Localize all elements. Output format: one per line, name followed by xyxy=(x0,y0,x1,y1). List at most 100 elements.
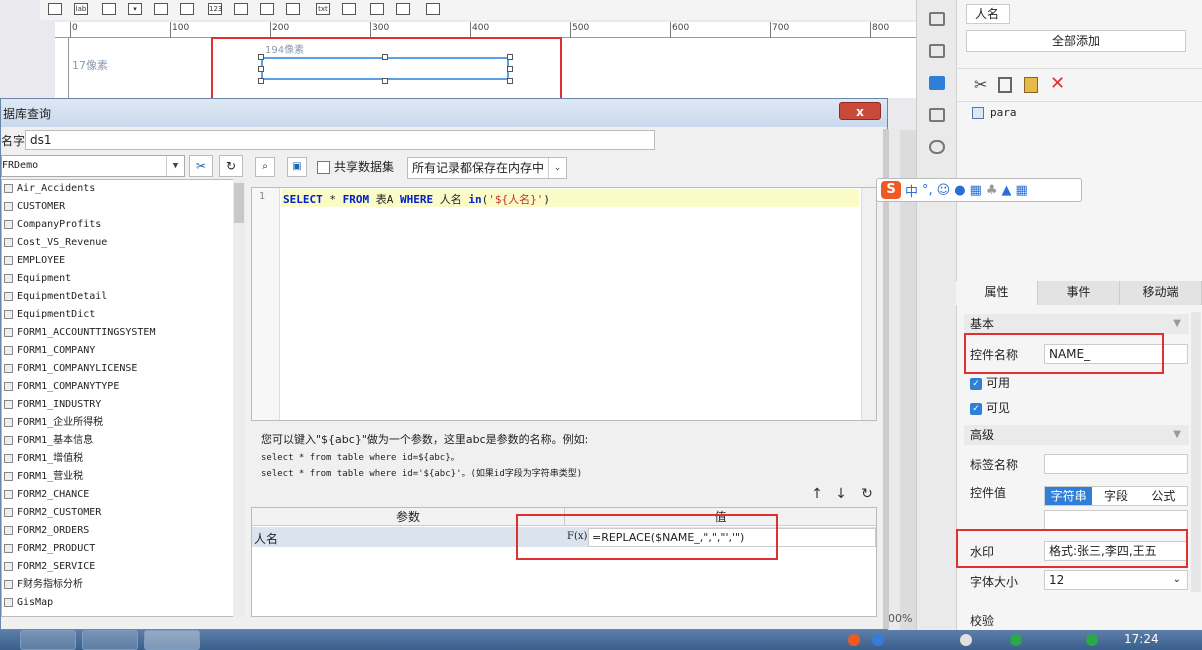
security-tray-icon[interactable] xyxy=(1086,634,1098,646)
table-list-item[interactable]: FORM1_ACCOUNTTINGSYSTEM xyxy=(2,324,244,342)
frame-widget-icon[interactable] xyxy=(48,3,62,15)
toolbox-icon[interactable]: ▦ xyxy=(1016,183,1028,198)
cut-icon[interactable]: ✂ xyxy=(974,75,987,94)
control-value-input[interactable] xyxy=(1044,510,1188,530)
font-size-select[interactable]: 12 ⌄ xyxy=(1044,570,1188,590)
tab-attributes[interactable]: 属性 xyxy=(956,281,1038,305)
add-all-button[interactable]: 全部添加 xyxy=(966,30,1186,52)
table-list-item[interactable]: FORM1_企业所得税 xyxy=(2,414,244,432)
table-list-item[interactable]: EquipmentDetail xyxy=(2,288,244,306)
table-list-item[interactable]: F财务指标分析 xyxy=(2,576,244,594)
widget-settings-icon[interactable] xyxy=(929,12,945,26)
table-list-item[interactable]: FORM1_INDUSTRY xyxy=(2,396,244,414)
password-widget-icon[interactable] xyxy=(342,3,356,15)
parameter-list-item[interactable]: para xyxy=(972,106,1017,119)
table-list-item[interactable]: FORM2_SERVICE xyxy=(2,558,244,576)
memory-mode-select[interactable]: 所有记录都保存在内存中 ⌄ xyxy=(407,157,567,179)
data-icon[interactable] xyxy=(929,108,945,122)
close-button[interactable]: x xyxy=(839,102,881,120)
layout-icon[interactable] xyxy=(929,44,945,58)
sql-editor-scrollbar[interactable] xyxy=(861,188,876,420)
help-tray-icon[interactable] xyxy=(872,634,884,646)
table-list-item[interactable]: FORM1_COMPANYLICENSE xyxy=(2,360,244,378)
textarea-widget-icon[interactable] xyxy=(234,3,248,15)
table-list-item[interactable]: Air_Accidents xyxy=(2,180,244,198)
move-up-icon[interactable]: ↑ xyxy=(808,485,826,503)
list-widget-icon[interactable] xyxy=(286,3,300,15)
refresh-icon[interactable]: ↻ xyxy=(219,155,243,177)
label-widget-icon[interactable]: lab xyxy=(74,3,88,15)
value-type-field[interactable]: 字段 xyxy=(1092,487,1139,505)
table-list-item[interactable]: FORM2_CUSTOMER xyxy=(2,504,244,522)
ime-mode[interactable]: 中 xyxy=(905,181,918,200)
field-name-item[interactable]: 人名 xyxy=(966,4,1010,24)
ime-logo[interactable]: S xyxy=(881,181,901,199)
move-down-icon[interactable]: ↓ xyxy=(832,485,850,503)
database-tools-icon[interactable]: ✂ xyxy=(189,155,213,177)
wechat-tray-icon[interactable] xyxy=(1010,634,1022,646)
microphone-icon[interactable]: ● xyxy=(954,183,965,198)
combo-widget-icon[interactable]: ▾ xyxy=(128,3,142,15)
app-taskbar-button[interactable] xyxy=(82,630,138,650)
user-icon[interactable]: ♣ xyxy=(986,183,998,198)
dataset-name-input[interactable]: ds1 xyxy=(25,130,655,150)
table-list-item[interactable]: FORM2_CHANCE xyxy=(2,486,244,504)
table-list-item[interactable]: FORM2_PRODUCT xyxy=(2,540,244,558)
enabled-checkbox[interactable]: ✓ 可用 xyxy=(970,374,1010,391)
link-icon[interactable] xyxy=(929,140,945,154)
table-list-item[interactable]: FORM1_增值税 xyxy=(2,450,244,468)
paste-icon[interactable] xyxy=(1024,77,1038,93)
table-list-item[interactable]: CUSTOMER xyxy=(2,198,244,216)
explorer-taskbar-button[interactable] xyxy=(20,630,76,650)
tab-events[interactable]: 事件 xyxy=(1038,281,1120,305)
visible-checkbox[interactable]: ✓ 可见 xyxy=(970,399,1010,416)
tray-icon[interactable] xyxy=(960,634,972,646)
value-type-formula[interactable]: 公式 xyxy=(1140,487,1187,505)
table-list-item[interactable]: Cost_VS_Revenue xyxy=(2,234,244,252)
table-list-item[interactable]: FORM2_ORDERS xyxy=(2,522,244,540)
section-basic[interactable]: 基本 ▼ xyxy=(964,314,1189,334)
table-list-item[interactable]: CompanyProfits xyxy=(2,216,244,234)
checkbox-widget-icon[interactable] xyxy=(370,3,384,15)
number-widget-icon[interactable]: 123 xyxy=(208,3,222,15)
text-widget-icon[interactable]: txt xyxy=(316,3,330,15)
table-list-item[interactable]: FORM1_COMPANY xyxy=(2,342,244,360)
preview-icon[interactable]: ⌕ xyxy=(255,157,275,177)
button-widget-icon[interactable] xyxy=(102,3,116,15)
database-select[interactable]: FRDemo ▼ xyxy=(1,155,185,177)
table-list-item[interactable]: EquipmentDict xyxy=(2,306,244,324)
table-list-item[interactable]: FORM1_COMPANYTYPE xyxy=(2,378,244,396)
more-widget-icon[interactable] xyxy=(426,3,440,15)
skin-icon[interactable]: ▲ xyxy=(1002,183,1012,198)
copy-icon[interactable] xyxy=(998,77,1012,93)
table-list-item[interactable]: FORM1_营业税 xyxy=(2,468,244,486)
tree-widget-icon[interactable] xyxy=(396,3,410,15)
tab-mobile[interactable]: 移动端 xyxy=(1120,281,1202,305)
refresh-params-icon[interactable]: ↻ xyxy=(858,485,876,503)
ime-tray-icon[interactable] xyxy=(848,634,860,646)
value-type-string[interactable]: 字符串 xyxy=(1045,487,1093,505)
ime-punctuation[interactable]: °, xyxy=(922,183,933,198)
keyboard-icon[interactable]: ▦ xyxy=(970,183,982,198)
sql-statement[interactable]: SELECT * FROM 表A WHERE 人名 in('${人名}') xyxy=(283,191,550,207)
table-list-item[interactable]: Equipment xyxy=(2,270,244,288)
save-icon[interactable]: ▣ xyxy=(287,157,307,177)
delete-icon[interactable]: ✕ xyxy=(1050,73,1065,94)
designer-taskbar-button[interactable] xyxy=(144,630,200,650)
tag-name-input[interactable] xyxy=(1044,454,1188,474)
table-list-item[interactable]: EMPLOYEE xyxy=(2,252,244,270)
property-scrollbar[interactable] xyxy=(1191,312,1201,592)
date-widget-icon[interactable] xyxy=(180,3,194,15)
share-dataset-checkbox[interactable]: 共享数据集 xyxy=(317,159,394,175)
table-list-item[interactable]: GisMap xyxy=(2,594,244,612)
radio-widget-icon[interactable] xyxy=(260,3,274,15)
dialog-scrollbar[interactable] xyxy=(883,129,889,629)
dialog-title-bar[interactable] xyxy=(1,99,887,127)
table-list-scrollbar[interactable] xyxy=(233,179,245,617)
section-advanced[interactable]: 高级 ▼ xyxy=(964,425,1189,445)
designer-scrollbar[interactable] xyxy=(900,130,916,630)
widget-library-icon[interactable] xyxy=(929,76,945,90)
emoji-icon[interactable]: ☺ xyxy=(937,183,951,198)
sql-editor[interactable] xyxy=(251,187,877,421)
table-list-item[interactable]: FORM1_基本信息 xyxy=(2,432,244,450)
